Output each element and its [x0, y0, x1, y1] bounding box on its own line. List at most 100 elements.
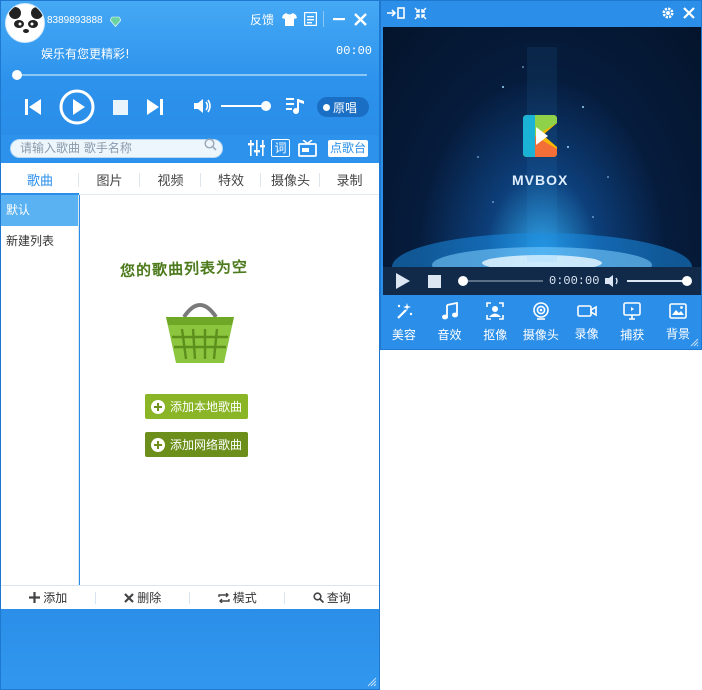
delete-label: 删除	[137, 591, 162, 605]
mvbox-play-icon[interactable]	[395, 273, 411, 289]
mode-button[interactable]: 模式	[190, 586, 285, 609]
mvbox-close-icon[interactable]	[681, 5, 697, 21]
search-icon[interactable]	[204, 138, 217, 151]
tool-label: 抠像	[483, 327, 508, 342]
add-local-songs-button[interactable]: 添加本地歌曲	[145, 394, 248, 419]
mvbox-window: MVBOX 0:00:00 美容 音效 抠像 摄像头 录像 捕获 背景	[380, 0, 702, 350]
add-circle-icon	[151, 399, 165, 414]
mvbox-volume-icon[interactable]	[605, 273, 621, 289]
tool-capture[interactable]: 捕获	[609, 295, 655, 349]
settings-gear-icon[interactable]	[660, 5, 676, 21]
next-track-icon[interactable]	[145, 97, 165, 117]
tab-effects[interactable]: 特效	[201, 163, 261, 195]
category-tabs: 歌曲 图片 视频 特效 摄像头 录制	[1, 163, 379, 195]
picture-icon	[669, 302, 687, 319]
add-online-label: 添加网络歌曲	[170, 438, 243, 452]
tool-label: 录像	[574, 326, 599, 341]
video-preview-screen[interactable]: MVBOX	[383, 27, 701, 267]
mvbox-playback-bar: 0:00:00	[383, 267, 701, 295]
query-label: 查询	[326, 591, 351, 605]
search-strip: 请输入歌曲 歌手名称 词 点歌台	[1, 135, 379, 163]
mvbox-titlebar	[381, 1, 701, 27]
add-local-label: 添加本地歌曲	[170, 400, 243, 414]
diamond-vip-icon[interactable]	[110, 16, 121, 27]
tool-label: 捕获	[620, 327, 645, 342]
tab-label: 录制	[336, 173, 363, 189]
tab-songs[interactable]: 歌曲	[1, 163, 79, 195]
screen-capture-icon	[623, 301, 642, 320]
main-player-window: 8389893888 反馈 娱乐有您更精彩! 00:00 原唱 请输入歌曲 歌手…	[0, 0, 380, 690]
delete-button[interactable]: 删除	[96, 586, 190, 609]
tab-pictures[interactable]: 图片	[79, 163, 140, 195]
title-divider	[323, 11, 324, 27]
play-icon[interactable]	[59, 89, 95, 125]
minimize-icon[interactable]	[331, 11, 347, 27]
feedback-link[interactable]: 反馈	[250, 11, 274, 28]
repeat-icon	[218, 592, 230, 603]
collapse-arrows-icon[interactable]	[412, 5, 428, 21]
playlist-music-icon[interactable]	[285, 96, 305, 116]
shopping-basket-icon	[166, 303, 234, 363]
song-request-button[interactable]: 点歌台	[328, 140, 368, 157]
add-online-songs-button[interactable]: 添加网络歌曲	[145, 432, 248, 457]
volume-icon[interactable]	[193, 97, 213, 115]
user-avatar[interactable]	[5, 3, 45, 43]
magnifier-icon	[313, 592, 324, 603]
music-note-icon	[441, 301, 458, 319]
tab-camera[interactable]: 摄像头	[261, 163, 320, 195]
tool-keying[interactable]: 抠像	[472, 295, 518, 349]
mvbox-volume-knob[interactable]	[682, 276, 692, 286]
tv-icon[interactable]	[297, 138, 317, 158]
volume-knob[interactable]	[261, 101, 271, 111]
skin-shirt-icon[interactable]	[281, 11, 297, 27]
mvbox-stop-icon[interactable]	[426, 273, 442, 289]
playback-time: 00:00	[336, 44, 373, 58]
original-vocal-toggle[interactable]: 原唱	[317, 97, 369, 117]
lyrics-button[interactable]: 词	[271, 139, 290, 157]
magic-wand-icon	[397, 302, 413, 319]
playlist-content: 您的歌曲列表为空 添加本地歌曲 添加网络歌曲	[80, 195, 379, 585]
tool-label: 背景	[665, 326, 690, 341]
search-input[interactable]: 请输入歌曲 歌手名称	[10, 139, 223, 158]
mvbox-volume-slider[interactable]	[627, 280, 687, 282]
mvbox-logo-text: MVBOX	[512, 172, 569, 188]
mode-label: 模式	[232, 591, 257, 605]
playlist-action-bar: 添加 删除 模式 查询	[1, 585, 379, 609]
previous-track-icon[interactable]	[23, 97, 43, 117]
progress-bar[interactable]	[15, 74, 367, 76]
volume-slider[interactable]	[221, 105, 265, 107]
mvbox-resize-grip-icon[interactable]	[690, 338, 699, 347]
close-icon[interactable]	[352, 11, 368, 27]
tab-record[interactable]: 录制	[320, 163, 379, 195]
sidebar-item-default[interactable]: 默认	[1, 195, 78, 226]
add-label: 添加	[43, 591, 68, 605]
mvbox-progress-bar[interactable]	[461, 280, 543, 282]
tool-camera[interactable]: 摄像头	[518, 295, 564, 349]
tool-record-video[interactable]: 录像	[564, 295, 610, 349]
mvbox-splash-graphic	[392, 47, 692, 267]
player-header: 8389893888 反馈 娱乐有您更精彩! 00:00 原唱	[1, 1, 379, 135]
webcam-icon	[533, 301, 549, 320]
video-camera-icon	[576, 304, 597, 317]
menu-list-icon[interactable]	[302, 11, 318, 27]
original-vocal-label: 原唱	[333, 100, 358, 115]
panda-avatar-icon	[9, 7, 43, 42]
add-circle-icon	[151, 437, 165, 452]
resize-grip-icon[interactable]	[367, 677, 377, 687]
add-button[interactable]: 添加	[1, 586, 96, 609]
tool-sound-effects[interactable]: 音效	[427, 295, 473, 349]
sidebar-item-new-list[interactable]: 新建列表	[1, 226, 78, 257]
tab-videos[interactable]: 视频	[140, 163, 201, 195]
toggle-dot	[323, 103, 330, 111]
progress-knob[interactable]	[12, 70, 22, 80]
equalizer-icon[interactable]	[246, 138, 266, 158]
stop-icon[interactable]	[111, 98, 129, 116]
mvbox-tool-bar: 美容 音效 抠像 摄像头 录像 捕获 背景	[381, 295, 701, 349]
query-button[interactable]: 查询	[285, 586, 380, 609]
slogan-text: 娱乐有您更精彩!	[41, 47, 130, 61]
mvbox-progress-knob[interactable]	[458, 276, 468, 286]
tab-label: 歌曲	[26, 173, 53, 189]
dock-window-icon[interactable]	[387, 5, 405, 21]
tool-beauty[interactable]: 美容	[381, 295, 427, 349]
mvbox-time: 0:00:00	[549, 274, 600, 288]
